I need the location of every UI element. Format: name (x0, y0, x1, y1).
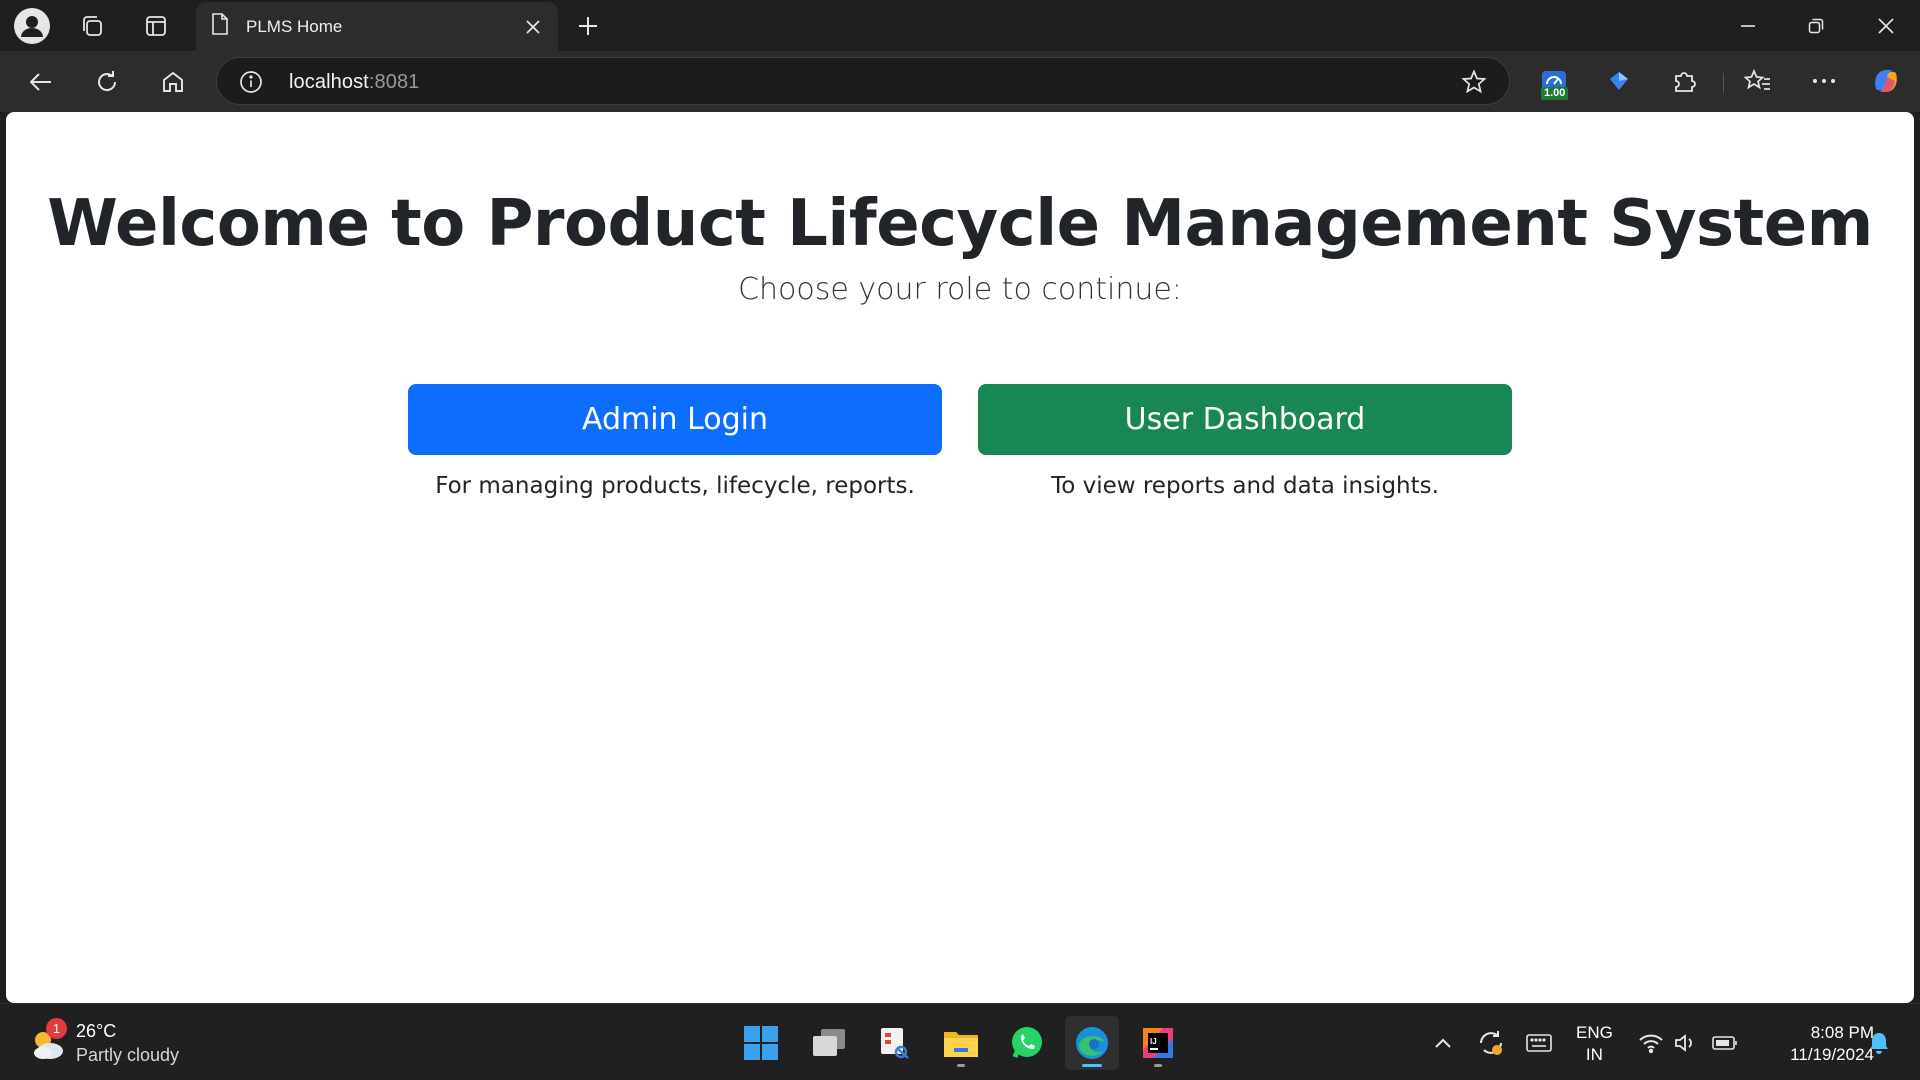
language-indicator[interactable]: ENG IN (1576, 1022, 1613, 1066)
close-tab-icon[interactable] (520, 14, 546, 40)
language-region: IN (1585, 1045, 1603, 1064)
user-role-card: User Dashboard To view reports and data … (978, 384, 1512, 499)
more-options-icon[interactable] (1804, 61, 1844, 101)
page-subtitle: Choose your role to continue: (738, 272, 1182, 307)
battery-icon[interactable] (1710, 1028, 1740, 1058)
back-arrow-icon[interactable] (22, 63, 60, 101)
intellij-idea-icon[interactable]: IJ (1131, 1016, 1185, 1070)
page-document-icon (210, 12, 230, 41)
windows-taskbar: 1 26°C Partly cloudy IJ ENG IN 8:08 PM 1… (0, 1003, 1920, 1080)
running-indicator (957, 1064, 965, 1067)
user-dashboard-button[interactable]: User Dashboard (978, 384, 1512, 455)
snipping-tool-icon[interactable] (868, 1016, 922, 1070)
vertical-tabs-icon[interactable] (138, 8, 174, 44)
file-explorer-icon[interactable] (934, 1016, 988, 1070)
weather-condition: Partly cloudy (76, 1045, 180, 1065)
sync-update-icon[interactable] (1476, 1028, 1506, 1058)
close-window-icon[interactable] (1852, 0, 1920, 51)
shield-extension-icon[interactable] (1599, 61, 1639, 101)
address-bar[interactable]: localhost:8081 (216, 57, 1510, 105)
url-host: localhost (289, 71, 369, 93)
refresh-icon[interactable] (88, 63, 126, 101)
copilot-icon[interactable] (1866, 61, 1906, 101)
weather-widget[interactable]: 1 26°C Partly cloudy (24, 1018, 204, 1068)
start-windows-icon[interactable] (734, 1016, 788, 1070)
notification-bell-icon[interactable] (1864, 1028, 1894, 1058)
url-text: localhost:8081 (289, 71, 419, 94)
page-viewport: Welcome to Product Lifecycle Management … (6, 112, 1914, 1003)
restore-icon[interactable] (1782, 0, 1850, 51)
favorite-star-icon[interactable] (1461, 69, 1487, 95)
profile-avatar-icon[interactable] (14, 8, 50, 44)
volume-icon[interactable] (1670, 1028, 1700, 1058)
svg-text:IJ: IJ (1150, 1037, 1157, 1046)
tab-title: PLMS Home (246, 16, 343, 36)
clock-time: 8:08 PM (1810, 1023, 1874, 1042)
weather-notification-badge: 1 (46, 1018, 67, 1039)
clock-date: 11/19/2024 (1790, 1045, 1874, 1064)
browser-toolbar: localhost:8081 1.00 (0, 51, 1920, 112)
task-view-icon[interactable] (802, 1016, 856, 1070)
weather-temperature: 26°C (76, 1021, 117, 1041)
browser-title-bar: PLMS Home (0, 0, 1920, 51)
url-port: :8081 (368, 71, 420, 93)
user-role-description: To view reports and data insights. (1051, 473, 1439, 499)
language-code: ENG (1576, 1023, 1613, 1042)
wifi-icon[interactable] (1636, 1028, 1666, 1058)
toolbar-divider (1723, 73, 1724, 93)
admin-role-description: For managing products, lifecycle, report… (435, 473, 915, 499)
minimize-icon[interactable] (1714, 0, 1782, 51)
extensions-puzzle-icon[interactable] (1664, 61, 1704, 101)
home-icon[interactable] (154, 63, 192, 101)
tab-plms-home[interactable]: PLMS Home (196, 2, 558, 51)
extension-badge: 1.00 (1541, 87, 1569, 100)
show-hidden-icons-chevron-icon[interactable] (1428, 1028, 1458, 1058)
favorites-list-icon[interactable] (1738, 61, 1778, 101)
system-clock[interactable]: 8:08 PM 11/19/2024 (1752, 1022, 1874, 1066)
workspaces-icon[interactable] (74, 8, 110, 44)
admin-login-button[interactable]: Admin Login (408, 384, 942, 455)
speed-extension-icon[interactable]: 1.00 (1534, 61, 1574, 101)
site-info-icon[interactable] (239, 70, 263, 94)
new-tab-button[interactable] (570, 8, 606, 44)
whatsapp-icon[interactable] (1000, 1016, 1054, 1070)
page-title: Welcome to Product Lifecycle Management … (47, 187, 1873, 261)
admin-role-card: Admin Login For managing products, lifec… (408, 384, 942, 499)
keyboard-icon[interactable] (1524, 1028, 1554, 1058)
edge-browser-icon[interactable] (1065, 1016, 1119, 1070)
running-indicator (1154, 1064, 1162, 1067)
active-indicator (1082, 1064, 1102, 1067)
